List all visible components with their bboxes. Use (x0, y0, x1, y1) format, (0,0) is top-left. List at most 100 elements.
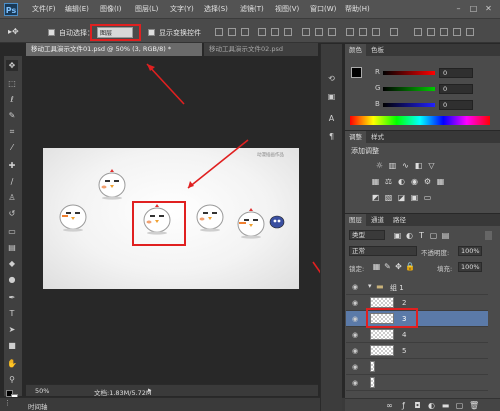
menu-filter[interactable]: 滤镜(T) (240, 4, 264, 14)
black-white-icon[interactable]: ◐ (397, 177, 406, 186)
filter-shape-icon[interactable]: ▢ (429, 231, 438, 240)
channel-b-value[interactable]: 0 (439, 100, 473, 110)
bird-character-2[interactable] (53, 200, 93, 232)
3d-rotate-icon[interactable] (427, 28, 435, 36)
visibility-eye-icon[interactable]: ◉ (351, 363, 359, 371)
align-left-icon[interactable] (258, 28, 266, 36)
layer-mask-icon[interactable]: ◘ (413, 401, 422, 410)
dodge-tool-icon[interactable]: ● (6, 274, 18, 285)
visibility-eye-icon[interactable]: ◉ (351, 299, 359, 307)
auto-align-icon[interactable] (390, 28, 398, 36)
gradient-tool-icon[interactable]: ▤ (6, 242, 18, 253)
channel-r-slider[interactable] (383, 71, 435, 75)
new-layer-icon[interactable]: ▢ (455, 401, 464, 410)
color-spectrum-bar[interactable] (350, 116, 490, 125)
tab-layers[interactable]: 图层 (345, 214, 366, 226)
healing-brush-tool-icon[interactable]: ✚ (6, 160, 18, 171)
channel-r-value[interactable]: 0 (439, 68, 473, 78)
layer-style-icon[interactable]: ƒ (399, 401, 408, 410)
move-tool-icon[interactable]: ✥ (6, 60, 18, 71)
filter-adjustment-icon[interactable]: ◐ (405, 231, 414, 240)
posterize-icon[interactable]: ▧ (384, 193, 393, 202)
type-tool-icon[interactable]: T (6, 308, 18, 319)
lock-image-icon[interactable]: ✎ (383, 262, 392, 271)
status-arrow-icon[interactable]: ▸ (148, 386, 152, 394)
hand-tool-icon[interactable]: ✋ (6, 358, 18, 369)
zoom-tool-icon[interactable]: ⚲ (6, 374, 18, 385)
visibility-eye-icon[interactable]: ◉ (351, 283, 359, 291)
zoom-level[interactable]: 50% (35, 387, 49, 395)
timeline-grip-icon[interactable]: ⋮ (4, 399, 11, 407)
vibrance-icon[interactable]: ▽ (427, 161, 436, 170)
layer-row[interactable]: ◉ 5 (346, 343, 488, 359)
tab-paths[interactable]: 路径 (389, 214, 410, 226)
layer-row-group[interactable]: ◉ ▾ ▬ 组 1 (346, 279, 488, 295)
delete-layer-icon[interactable]: 🗑 (469, 401, 479, 410)
small-blue-bird-character[interactable] (268, 215, 286, 229)
timeline-tab[interactable]: 时间轴 (28, 401, 48, 411)
link-layers-icon[interactable]: ∞ (385, 401, 394, 410)
opacity-field[interactable]: 100% (458, 246, 482, 256)
path-select-tool-icon[interactable]: ➤ (6, 324, 18, 335)
menu-select[interactable]: 选择(S) (204, 4, 228, 14)
menu-window[interactable]: 窗口(W) (310, 4, 336, 14)
lock-transparent-icon[interactable]: ▦ (372, 262, 381, 271)
curves-icon[interactable]: ∿ (401, 161, 410, 170)
new-group-icon[interactable]: ▬ (441, 401, 450, 410)
color-lookup-icon[interactable]: ▦ (436, 177, 445, 186)
blend-mode-dropdown[interactable]: 正常 (349, 246, 417, 256)
align-hcenter-icon[interactable] (271, 28, 279, 36)
tab-swatches[interactable]: 色板 (367, 44, 388, 56)
menu-type[interactable]: 文字(Y) (170, 4, 194, 14)
tab-styles[interactable]: 样式 (367, 131, 388, 143)
close-icon[interactable]: ✕ (484, 4, 493, 13)
tab-document-01[interactable]: 移动工具演示文件01.psd @ 50% (3, RGB/8) * (26, 43, 202, 56)
filter-smart-object-icon[interactable]: ▤ (441, 231, 450, 240)
history-icon[interactable]: ⟲ (325, 74, 338, 85)
menu-view[interactable]: 视图(V) (275, 4, 299, 14)
clone-stamp-tool-icon[interactable]: ♙ (6, 192, 18, 203)
paragraph-icon[interactable]: ¶ (325, 132, 338, 143)
disclosure-triangle-icon[interactable]: ▾ (368, 282, 372, 290)
lasso-tool-icon[interactable]: ℓ (6, 94, 18, 105)
selective-color-icon[interactable]: ▣ (410, 193, 419, 202)
show-transform-checkbox[interactable] (148, 29, 155, 36)
blur-tool-icon[interactable]: ◆ (6, 258, 18, 269)
menu-image[interactable]: 图像(I) (100, 4, 122, 14)
lock-all-icon[interactable]: 🔒 (405, 262, 415, 271)
layer-filter-dropdown[interactable]: 类型 (349, 230, 385, 240)
photo-filter-icon[interactable]: ◉ (410, 177, 419, 186)
channel-mixer-icon[interactable]: ⚙ (423, 177, 432, 186)
restore-icon[interactable]: □ (469, 4, 478, 13)
auto-select-dropdown[interactable]: 图层 (97, 27, 133, 38)
align-bottom-icon[interactable] (241, 28, 249, 36)
3d-drag-icon[interactable] (453, 28, 461, 36)
hue-saturation-icon[interactable]: ▦ (371, 177, 380, 186)
eyedropper-tool-icon[interactable]: ⁄ (6, 142, 18, 153)
invert-icon[interactable]: ◩ (371, 193, 380, 202)
visibility-eye-icon[interactable]: ◉ (351, 315, 359, 323)
exposure-icon[interactable]: ◧ (414, 161, 423, 170)
pen-tool-icon[interactable]: ✒ (6, 292, 18, 303)
history-brush-tool-icon[interactable]: ↺ (6, 208, 18, 219)
brightness-contrast-icon[interactable]: ☼ (375, 161, 384, 170)
minimize-icon[interactable]: – (454, 4, 463, 13)
3d-slide-icon[interactable] (466, 28, 474, 36)
gradient-map-icon[interactable]: ▭ (423, 193, 432, 202)
rectangle-tool-icon[interactable]: ■ (6, 340, 18, 351)
tab-adjustments[interactable]: 调整 (345, 131, 366, 143)
distribute-bottom-icon[interactable] (328, 28, 336, 36)
distribute-left-icon[interactable] (346, 28, 354, 36)
new-adjustment-layer-icon[interactable]: ◐ (427, 401, 436, 410)
tab-channels[interactable]: 通道 (367, 214, 388, 226)
crop-tool-icon[interactable]: ⌗ (6, 126, 18, 137)
channel-g-value[interactable]: 0 (439, 84, 473, 94)
distribute-hcenter-icon[interactable] (359, 28, 367, 36)
color-balance-icon[interactable]: ⚖ (384, 177, 393, 186)
menu-help[interactable]: 帮助(H) (345, 4, 370, 14)
filter-pixel-icon[interactable]: ▣ (393, 231, 402, 240)
visibility-eye-icon[interactable]: ◉ (351, 379, 359, 387)
menu-layer[interactable]: 图层(L) (135, 4, 158, 14)
channel-g-slider[interactable] (383, 87, 435, 91)
menu-file[interactable]: 文件(F) (32, 4, 56, 14)
